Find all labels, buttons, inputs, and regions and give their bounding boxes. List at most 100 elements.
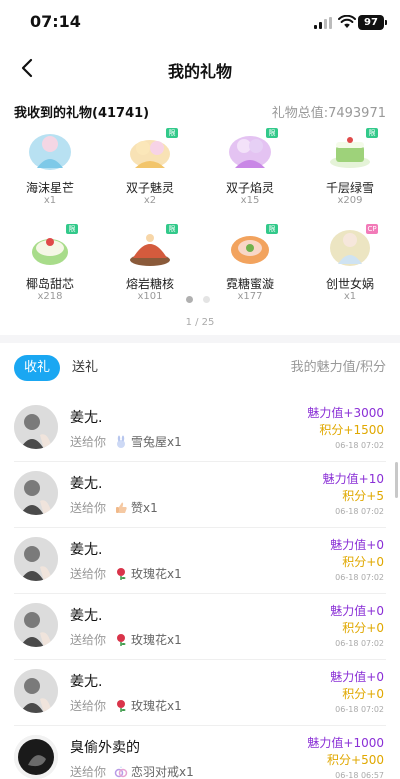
gift-label: 雪兔屋x1 [131, 435, 182, 449]
gift-item[interactable]: 限 椰岛甜芯 x218 [0, 222, 100, 312]
gift-item[interactable]: 海沫星芒 x1 [0, 126, 100, 216]
points-value: 积分+5 [342, 489, 384, 503]
tab-sent[interactable]: 送礼 [72, 355, 98, 381]
gift-description: 送给你 赞x1 [70, 499, 158, 516]
gift-description: 送给你 恋羽对戒x1 [70, 763, 194, 779]
sender-name: 姜尢. [70, 608, 103, 624]
list-item[interactable]: 姜尢. 送给你 玫瑰花x1 魅力值+0 积分+0 06-18 07:02 [0, 660, 400, 726]
charm-value: 魅力值+1000 [307, 736, 384, 750]
gift-label: 玫瑰花x1 [131, 633, 182, 647]
gift-item[interactable]: CP 创世女娲 x1 [300, 222, 400, 312]
gift-image-icon [29, 134, 71, 170]
gift-item[interactable]: 限 千层绿雪 x209 [300, 126, 400, 216]
status-time: 07:14 [30, 12, 81, 31]
avatar[interactable] [14, 669, 58, 713]
limited-tag: 限 [266, 224, 278, 234]
gift-name: 椰岛甜芯 [25, 277, 74, 291]
charm-points-link[interactable]: 我的魅力值/积分 [291, 355, 386, 381]
gift-name: 海沫星芒 [25, 181, 74, 195]
record-time: 06-18 07:02 [335, 573, 384, 582]
gift-prefix: 送给你 [70, 699, 107, 713]
points-value: 积分+0 [342, 621, 384, 635]
snow-bunny-icon [117, 435, 126, 448]
thumbs-up-icon [116, 502, 127, 513]
sender-name: 姜尢. [70, 674, 103, 690]
gift-description: 送给你 玫瑰花x1 [70, 697, 182, 714]
page-title: 我的礼物 [167, 62, 232, 81]
record-time: 06-18 07:02 [335, 705, 384, 714]
battery-indicator: 97 [358, 15, 387, 30]
gift-prefix: 送给你 [70, 633, 107, 647]
cellular-signal-icon [314, 17, 334, 29]
gift-item[interactable]: 限 双子魅灵 x2 [100, 126, 200, 216]
gift-item[interactable]: 限 双子焰灵 x15 [200, 126, 300, 216]
avatar[interactable] [14, 735, 58, 779]
cp-tag: CP [366, 224, 378, 234]
gift-count: x209 [337, 195, 363, 206]
gift-name: 熔岩糖核 [125, 277, 174, 291]
limited-tag: 限 [166, 224, 178, 234]
received-gifts-header: 我收到的礼物(41741) 礼物总值:7493971 [14, 102, 386, 122]
charm-value: 魅力值+0 [330, 670, 384, 684]
rose-icon [117, 699, 126, 712]
points-value: 积分+1500 [319, 423, 384, 437]
points-value: 积分+0 [342, 687, 384, 701]
list-item[interactable]: 姜尢. 送给你 雪兔屋x1 魅力值+3000 积分+1500 06-18 07:… [0, 396, 400, 462]
gift-prefix: 送给你 [70, 501, 107, 515]
rose-icon [117, 633, 126, 646]
charm-value: 魅力值+0 [330, 538, 384, 552]
record-time: 06-18 07:02 [335, 441, 384, 450]
record-time: 06-18 07:02 [335, 639, 384, 648]
gift-name: 霓糖蜜漩 [225, 277, 274, 291]
section-divider [0, 335, 400, 343]
gift-item[interactable]: 限 熔岩糖核 x101 [100, 222, 200, 312]
limited-tag: 限 [66, 224, 78, 234]
avatar[interactable] [14, 537, 58, 581]
page-number: 1 / 25 [185, 317, 215, 328]
list-item[interactable]: 姜尢. 送给你 玫瑰花x1 魅力值+0 积分+0 06-18 07:02 [0, 528, 400, 594]
sender-name: 臭偷外卖的 [70, 740, 140, 756]
gift-name: 双子焰灵 [225, 181, 274, 195]
page-dot[interactable] [203, 296, 210, 303]
wifi-icon [338, 15, 356, 28]
charm-value: 魅力值+10 [322, 472, 384, 486]
nav-bar: 我的礼物 [0, 44, 400, 92]
scrollbar[interactable] [395, 462, 398, 498]
limited-tag: 限 [166, 128, 178, 138]
ring-icon [114, 765, 128, 777]
gift-label: 玫瑰花x1 [131, 699, 182, 713]
tab-received[interactable]: 收礼 [14, 355, 60, 381]
gift-name: 双子魅灵 [125, 181, 174, 195]
gift-label: 赞x1 [131, 501, 158, 515]
points-value: 积分+0 [342, 555, 384, 569]
gift-name: 创世女娲 [325, 277, 374, 291]
sender-name: 姜尢. [70, 476, 103, 492]
record-time: 06-18 06:57 [335, 771, 384, 779]
limited-tag: 限 [366, 128, 378, 138]
gift-count: x2 [143, 195, 157, 206]
avatar[interactable] [14, 471, 58, 515]
gift-prefix: 送给你 [70, 765, 107, 779]
points-value: 积分+500 [327, 753, 384, 767]
gift-count: x1 [343, 291, 357, 302]
page-indicator [186, 296, 216, 304]
list-item[interactable]: 臭偷外卖的 送给你 恋羽对戒x1 魅力值+1000 积分+500 06-18 0… [0, 726, 400, 779]
avatar[interactable] [14, 603, 58, 647]
page-dot-active[interactable] [186, 296, 193, 303]
rose-icon [117, 567, 126, 580]
list-item[interactable]: 姜尢. 送给你 玫瑰花x1 魅力值+0 积分+0 06-18 07:02 [0, 594, 400, 660]
gift-name: 千层绿雪 [325, 181, 374, 195]
list-item[interactable]: 姜尢. 送给你 赞x1 魅力值+10 积分+5 06-18 07:02 [0, 462, 400, 528]
gift-label: 玫瑰花x1 [131, 567, 182, 581]
charm-value: 魅力值+3000 [307, 406, 384, 420]
gift-count: x101 [137, 291, 163, 302]
gift-label: 恋羽对戒x1 [131, 765, 194, 779]
gift-description: 送给你 雪兔屋x1 [70, 433, 182, 450]
gift-description: 送给你 玫瑰花x1 [70, 565, 182, 582]
limited-tag: 限 [266, 128, 278, 138]
status-bar: 07:14 97 [0, 0, 400, 44]
charm-value: 魅力值+0 [330, 604, 384, 618]
avatar[interactable] [14, 405, 58, 449]
gift-prefix: 送给你 [70, 435, 107, 449]
sender-name: 姜尢. [70, 542, 103, 558]
